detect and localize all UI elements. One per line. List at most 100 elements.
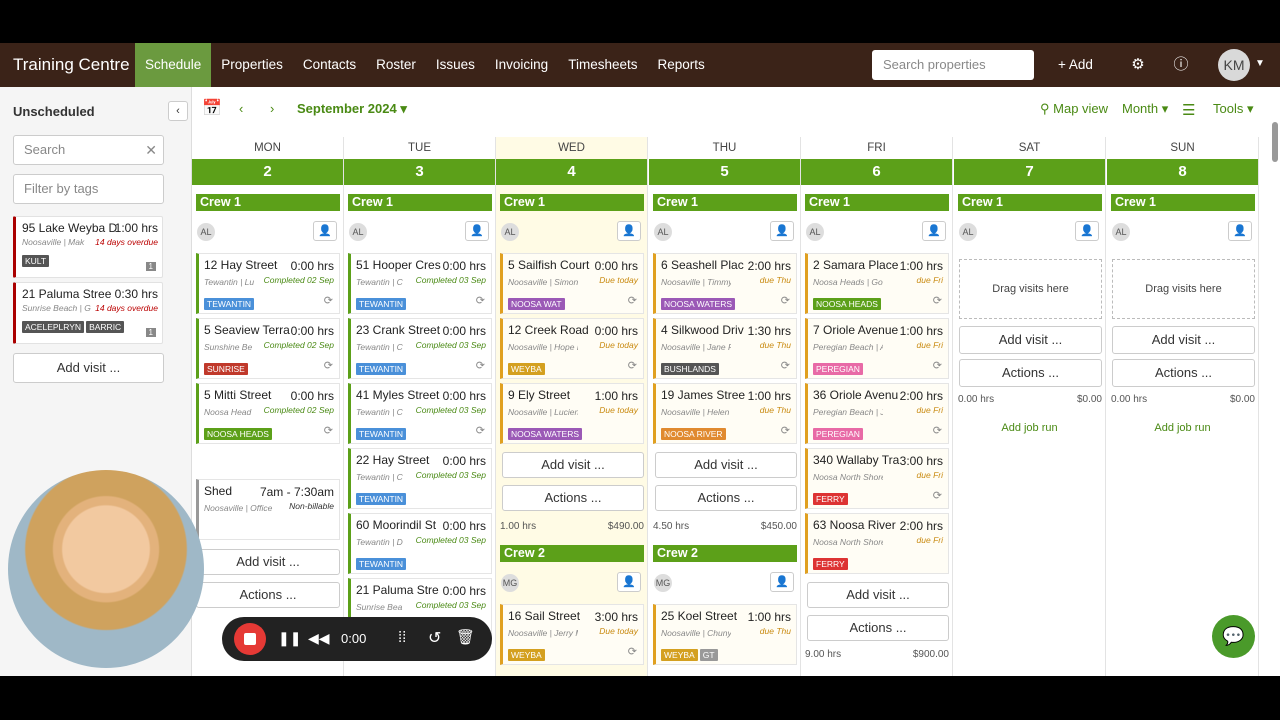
staff-avatar: MG	[501, 574, 519, 592]
visit-card[interactable]: 36 Oriole Avenu 2:00 hrs Peregian Beach | …	[805, 383, 949, 444]
filter-tags-input[interactable]: Filter by tags	[13, 174, 164, 204]
scrollbar[interactable]	[1272, 122, 1278, 162]
unscheduled-card[interactable]: 21 Paluma Stree 0:30 hrs Sunrise Beach | …	[13, 282, 163, 344]
map-view-button[interactable]: ⚲ Map view	[1040, 101, 1108, 117]
sidebar-search-input[interactable]: Search ✕	[13, 135, 164, 165]
nav-reports[interactable]: Reports	[647, 43, 714, 87]
actions-button[interactable]: Actions ...	[655, 485, 797, 511]
restart-icon[interactable]: ↺	[428, 628, 441, 648]
visit-card[interactable]: 340 Wallaby Tra3:00 hrs Noosa North Shore…	[805, 448, 949, 509]
assign-staff-button[interactable]: 👤	[922, 221, 946, 241]
nav-properties[interactable]: Properties	[211, 43, 293, 87]
clear-icon[interactable]: ✕	[145, 136, 157, 164]
gear-icon[interactable]: ⚙	[1128, 55, 1148, 75]
visit-card[interactable]: 60 Moorindil St 0:00 hrs Tewantin | D Compl…	[348, 513, 492, 574]
next-arrow-icon[interactable]: ›	[270, 101, 274, 116]
tools-menu[interactable]: Tools ▾	[1213, 101, 1254, 117]
drop-zone[interactable]: Drag visits here	[1112, 259, 1255, 319]
add-visit-button[interactable]: Add visit ...	[502, 452, 644, 478]
nav-roster[interactable]: Roster	[366, 43, 426, 87]
assign-staff-button[interactable]: 👤	[313, 221, 337, 241]
trash-icon[interactable]: 🗑	[456, 628, 475, 646]
visit-card[interactable]: 5 Mitti Street 0:00 hrs Noosa Head Complete…	[196, 383, 340, 444]
visit-card[interactable]: 6 Seashell Plac 2:00 hrs Noosaville | Timm…	[653, 253, 797, 314]
unscheduled-card[interactable]: 95 Lake Weyba D 1:00 hrs Noosaville | Mak…	[13, 216, 163, 278]
info-icon[interactable]: ⓘ	[1171, 55, 1191, 75]
assign-staff-button[interactable]: 👤	[617, 572, 641, 592]
add-visit-button[interactable]: Add visit ...	[196, 549, 340, 575]
filter-sliders-icon[interactable]: ☰	[1182, 101, 1195, 119]
visit-card[interactable]: 12 Hay Street 0:00 hrs Tewantin | Lu Comple…	[196, 253, 340, 314]
grid-icon[interactable]: ⁞⁞	[398, 629, 406, 646]
crew-header[interactable]: Crew 1	[196, 194, 340, 211]
actions-button[interactable]: Actions ...	[959, 359, 1102, 387]
staff-avatar: AL	[1112, 223, 1130, 241]
crew-header[interactable]: Crew 2	[500, 545, 644, 562]
actions-button[interactable]: Actions ...	[1112, 359, 1255, 387]
crew-header[interactable]: Crew 1	[1111, 194, 1255, 211]
visit-card[interactable]: 9 Ely Street 1:00 hrs Noosaville | Lucien …	[500, 383, 644, 444]
day-column-sat: SAT 7 Crew 1 AL 👤 Drag visits here Add v…	[954, 137, 1106, 676]
visit-card[interactable]: 2 Samara Place1:00 hrs Noosa Heads | Gora…	[805, 253, 949, 314]
add-visit-button[interactable]: Add visit ...	[1112, 326, 1255, 354]
actions-button[interactable]: Actions ...	[807, 615, 949, 641]
sidebar-add-visit-button[interactable]: Add visit ...	[13, 353, 164, 383]
prev-arrow-icon[interactable]: ‹	[239, 101, 243, 116]
actions-button[interactable]: Actions ...	[502, 485, 644, 511]
visit-card[interactable]: 23 Crank Street 0:00 hrs Tewantin | C Compl…	[348, 318, 492, 379]
nav-timesheets[interactable]: Timesheets	[558, 43, 647, 87]
search-properties-input[interactable]: Search properties	[872, 50, 1034, 80]
crew-header[interactable]: Crew 1	[653, 194, 797, 211]
add-visit-button[interactable]: Add visit ...	[807, 582, 949, 608]
assign-staff-button[interactable]: 👤	[617, 221, 641, 241]
actions-button[interactable]: Actions ...	[196, 582, 340, 608]
crew-header[interactable]: Crew 1	[500, 194, 644, 211]
add-button[interactable]: + Add	[1058, 43, 1093, 87]
visit-card[interactable]: 22 Hay Street 0:00 hrs Tewantin | C Complet…	[348, 448, 492, 509]
nav-issues[interactable]: Issues	[426, 43, 485, 87]
visit-card[interactable]: Shed 7am - 7:30am Noosaville | Office Non-b…	[196, 479, 340, 540]
add-visit-button[interactable]: Add visit ...	[959, 326, 1102, 354]
assign-staff-button[interactable]: 👤	[770, 572, 794, 592]
chevron-down-icon[interactable]: ▼	[1255, 58, 1265, 69]
brand-title[interactable]: Training Centre	[0, 55, 135, 75]
visit-suburb: Noosaville | Simon B	[508, 277, 578, 287]
nav-invoicing[interactable]: Invoicing	[485, 43, 558, 87]
visit-card[interactable]: 5 Sailfish Court 0:00 hrs Noosaville | Sim…	[500, 253, 644, 314]
view-selector[interactable]: Month ▾	[1122, 101, 1168, 117]
pause-icon[interactable]: ❚❚	[278, 630, 301, 647]
visit-card[interactable]: 7 Oriole Avenue 1:00 hrs Peregian Beach | …	[805, 318, 949, 379]
assign-staff-button[interactable]: 👤	[1075, 221, 1099, 241]
crew-header[interactable]: Crew 1	[958, 194, 1102, 211]
crew-header[interactable]: Crew 1	[805, 194, 949, 211]
drop-zone[interactable]: Drag visits here	[959, 259, 1102, 319]
assign-staff-button[interactable]: 👤	[1228, 221, 1252, 241]
crew-header[interactable]: Crew 2	[653, 545, 797, 562]
crew-header[interactable]: Crew 1	[348, 194, 492, 211]
assign-staff-button[interactable]: 👤	[465, 221, 489, 241]
visit-card[interactable]: 63 Noosa River2:00 hrs Noosa North Shore …	[805, 513, 949, 574]
visit-card[interactable]: 51 Hooper Cres 0:00 hrs Tewantin | C Comple…	[348, 253, 492, 314]
visit-card[interactable]: 12 Creek Road 0:00 hrs Noosaville | Hope B…	[500, 318, 644, 379]
visit-card[interactable]: 41 Myles Street 0:00 hrs Tewantin | C Compl…	[348, 383, 492, 444]
nav-contacts[interactable]: Contacts	[293, 43, 366, 87]
rewind-icon[interactable]: ◀◀	[308, 630, 330, 647]
add-job-run-link[interactable]: Add job run	[1107, 422, 1258, 434]
visit-card[interactable]: 19 James Stree 1:00 hrs Noosaville | Helen…	[653, 383, 797, 444]
month-selector[interactable]: September 2024 ▾	[297, 101, 407, 117]
visit-card[interactable]: 4 Silkwood Driv 1:30 hrs Noosaville | Jane…	[653, 318, 797, 379]
add-job-run-link[interactable]: Add job run	[954, 422, 1105, 434]
add-visit-button[interactable]: Add visit ...	[655, 452, 797, 478]
tag-badge: PEREGIAN	[813, 363, 863, 375]
user-avatar[interactable]: KM	[1218, 49, 1250, 81]
stop-record-button[interactable]	[234, 623, 266, 655]
visit-card[interactable]: 16 Sail Street 3:00 hrs Noosaville | Jerry…	[500, 604, 644, 665]
tag-badge: WEYBA	[508, 649, 545, 661]
nav-schedule[interactable]: Schedule	[135, 43, 212, 87]
visit-card[interactable]: 5 Seaview Terra 0:00 hrs Sunshine Be Comple…	[196, 318, 340, 379]
chat-button[interactable]: 💬	[1212, 615, 1255, 658]
assign-staff-button[interactable]: 👤	[770, 221, 794, 241]
visit-card[interactable]: 25 Koel Street 1:00 hrs Noosaville | Chuny…	[653, 604, 797, 665]
collapse-sidebar-button[interactable]: ‹	[168, 101, 188, 121]
calendar-icon[interactable]: 📅	[202, 98, 222, 118]
